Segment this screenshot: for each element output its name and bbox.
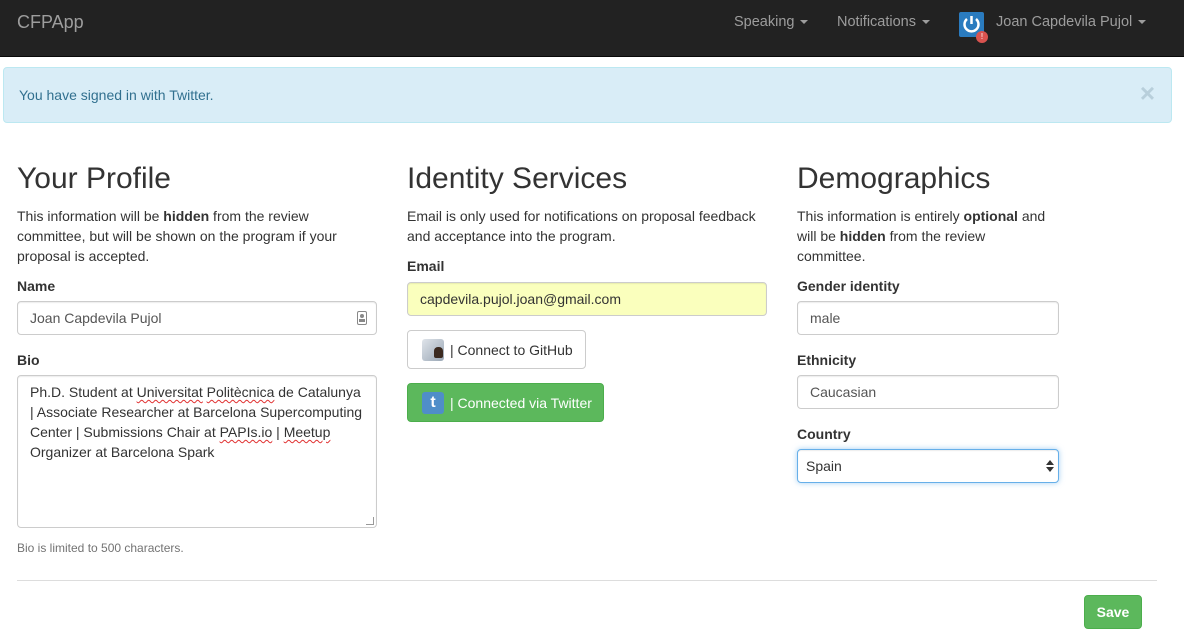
top-navbar: CFPApp Speaking Notifications ! Joan Cap… [0, 0, 1184, 57]
country-label: Country [797, 426, 851, 442]
github-icon [422, 339, 444, 361]
chevron-down-icon [1138, 20, 1147, 25]
ethnicity-field[interactable]: Caucasian [797, 375, 1059, 409]
bio-text: | [272, 424, 284, 440]
bio-text-misspelled: PAPIs.io [219, 424, 273, 440]
profile-title: Your Profile [17, 162, 171, 195]
help-text-bold: optional [963, 208, 1018, 224]
bio-help-text: Bio is limited to 500 characters. [17, 541, 184, 555]
notification-badge: ! [976, 31, 988, 43]
gender-field-value: male [810, 310, 841, 326]
bio-textarea[interactable]: Ph.D. Student at Universitat Politècnica… [17, 375, 377, 528]
demographics-help-text: This information is entirely optional an… [797, 206, 1057, 266]
country-select[interactable]: Spain [797, 449, 1059, 483]
brand-link[interactable]: CFPApp [17, 12, 84, 32]
resize-handle[interactable] [366, 517, 374, 525]
bio-text-misspelled: Universitat [136, 384, 203, 400]
user-menu[interactable]: Joan Capdevila Pujol [996, 12, 1147, 32]
alert-message: You have signed in with Twitter. [19, 87, 214, 103]
connect-github-label: | Connect to GitHub [450, 342, 573, 358]
help-text-part: This information will be [17, 208, 164, 224]
name-field-value: Joan Capdevila Pujol [30, 310, 162, 326]
speaking-menu[interactable]: Speaking [734, 12, 809, 32]
help-text-bold: hidden [163, 208, 210, 224]
chevron-down-icon [800, 20, 809, 25]
chevron-down-icon [921, 20, 930, 25]
save-button[interactable]: Save [1084, 595, 1142, 629]
bio-label: Bio [17, 352, 40, 368]
user-menu-label: Joan Capdevila Pujol [996, 14, 1133, 30]
connected-twitter-label: | Connected via Twitter [450, 395, 592, 411]
country-select-value: Spain [806, 458, 842, 474]
name-label: Name [17, 278, 56, 294]
identity-title: Identity Services [407, 162, 628, 195]
help-text-part: This information is entirely [797, 208, 964, 224]
twitter-icon: t [422, 392, 444, 414]
form-divider [17, 580, 1157, 581]
close-icon[interactable]: × [1140, 80, 1155, 106]
demographics-title: Demographics [797, 162, 991, 195]
notifications-menu[interactable]: Notifications [837, 12, 930, 32]
notifications-menu-label: Notifications [837, 14, 916, 30]
contact-card-icon[interactable] [357, 311, 367, 325]
bio-text-misspelled: Politècnica [206, 384, 275, 400]
select-arrows-icon [1046, 459, 1054, 473]
signin-alert: You have signed in with Twitter. × [3, 67, 1172, 123]
email-field-value: capdevila.pujol.joan@gmail.com [420, 291, 621, 307]
ethnicity-field-value: Caucasian [810, 384, 877, 400]
gender-field[interactable]: male [797, 301, 1059, 335]
profile-help-text: This information will be hidden from the… [17, 206, 367, 266]
connect-github-button[interactable]: | Connect to GitHub [407, 330, 586, 369]
gender-label: Gender identity [797, 278, 900, 294]
bio-text-misspelled: Meetup [283, 424, 331, 440]
connected-twitter-button[interactable]: t | Connected via Twitter [407, 383, 604, 422]
ethnicity-label: Ethnicity [797, 352, 857, 368]
email-field[interactable]: capdevila.pujol.joan@gmail.com [407, 282, 767, 316]
email-label: Email [407, 258, 445, 274]
bio-text: Organizer at Barcelona Spark [30, 444, 215, 460]
bio-text: Ph.D. Student at [30, 384, 137, 400]
speaking-menu-label: Speaking [734, 14, 795, 30]
name-field[interactable]: Joan Capdevila Pujol [17, 301, 377, 335]
help-text-bold: hidden [839, 228, 886, 244]
identity-help-text: Email is only used for notifications on … [407, 208, 756, 244]
